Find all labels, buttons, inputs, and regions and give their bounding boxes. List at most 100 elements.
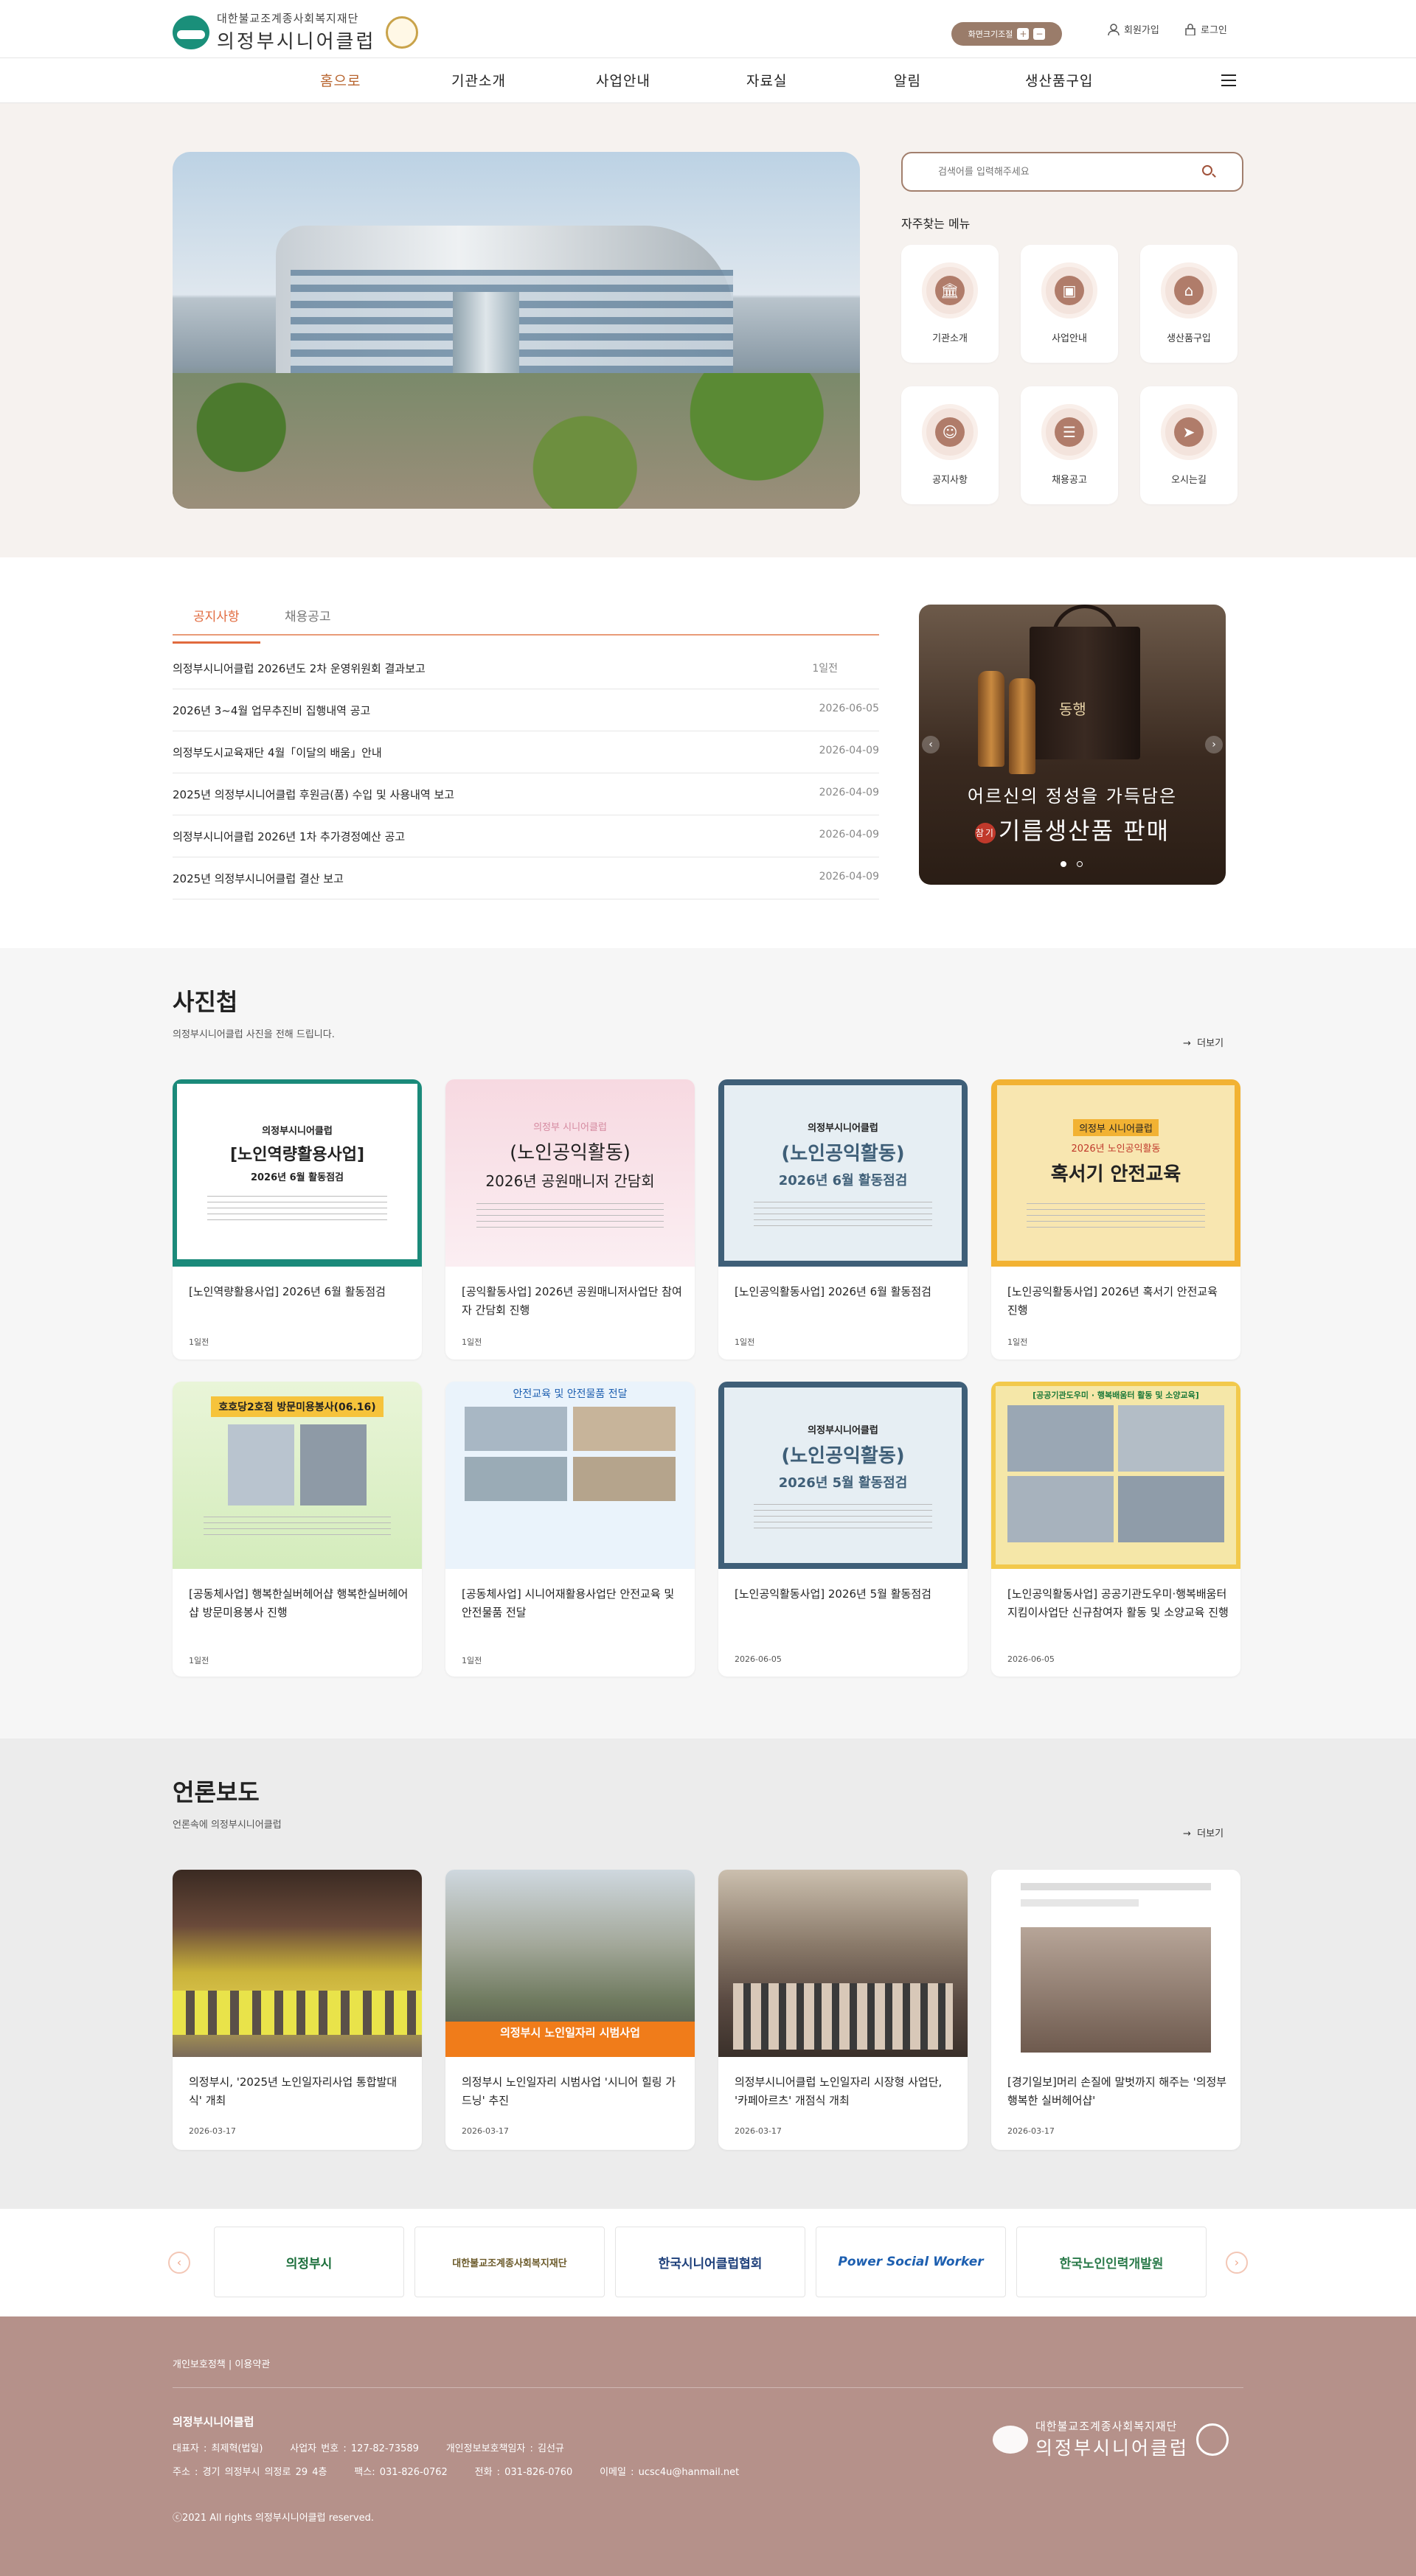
press-card-title[interactable]: [경기일보]머리 손질에 말벗까지 해주는 '의정부 행복한 실버헤어샵'	[1007, 2073, 1229, 2110]
gallery-card[interactable]: 의정부 시니어클럽 2026년 노인공익활동 혹서기 안전교육 [노인공익활동사업]…	[991, 1079, 1240, 1360]
quick-menu-label: 기관소개	[932, 333, 968, 344]
press-card-title[interactable]: 의정부시, '2025년 노인일자리사업 통합발대식' 개최	[189, 2073, 410, 2110]
gallery-card-title[interactable]: [노인공익활동사업] 공공기관도우미·행복배움터지킴이사업단 신규참여자 활동 …	[1007, 1585, 1229, 1622]
gallery-card[interactable]: [공공기관도우미 · 행복배움터 활동 및 소양교육] [노인공익활동사업] 공…	[991, 1382, 1240, 1677]
notice-row[interactable]: 의정부도시교육재단 4월「이달의 배움」안내 2026-04-09	[173, 731, 879, 773]
footer-info-line2: 주소 : 경기 의정부시 의정로 29 4층 팩스: 031-826-0762 …	[173, 2467, 740, 2478]
quick-menu-recruit[interactable]: ☰ 채용공고	[1021, 386, 1118, 504]
partner-logo[interactable]: Power Social Worker	[816, 2227, 1006, 2297]
nav-notice[interactable]: 알림	[894, 70, 921, 90]
press-card-title[interactable]: 의정부시 노인일자리 시범사업 '시니어 힐링 가드닝' 추진	[462, 2073, 683, 2110]
quick-menu-label: 생산품구입	[1167, 333, 1211, 344]
press-card[interactable]: 의정부시, '2025년 노인일자리사업 통합발대식' 개최 2026-03-1…	[173, 1870, 422, 2150]
press-card-title[interactable]: 의정부시니어클럽 노인일자리 시장형 사업단, '카페아르츠' 개점식 개최	[735, 2073, 956, 2110]
press-card[interactable]: 의정부시 노인일자리 시범사업 의정부시 노인일자리 시범사업 '시니어 힐링 …	[445, 1870, 695, 2150]
gallery-thumb: 안전교육 및 안전물품 전달	[445, 1382, 695, 1569]
gallery-card-title[interactable]: [노인역량활용사업] 2026년 6월 활동점검	[189, 1283, 410, 1301]
nav-business[interactable]: 사업안내	[596, 70, 650, 90]
arrow-right-icon: →	[1183, 1038, 1191, 1049]
partners-next-icon[interactable]: ›	[1226, 2252, 1248, 2274]
banner-next-icon[interactable]: ›	[1205, 736, 1223, 753]
footer-info-line1: 대표자 : 최제혁(법일) 사업자 번호 : 127-82-73589 개인정보…	[173, 2443, 564, 2454]
quick-menu-notice[interactable]: ☺ 공지사항	[901, 386, 999, 504]
login-link[interactable]: 로그인	[1184, 22, 1227, 36]
press-card-date: 2026-03-17	[1007, 2126, 1055, 2136]
gallery-card-date: 1일전	[735, 1337, 755, 1347]
quick-menu-directions[interactable]: ➤ 오시는길	[1140, 386, 1238, 504]
partners-prev-icon[interactable]: ‹	[168, 2252, 190, 2274]
notice-title[interactable]: 의정부시니어클럽 2026년도 2차 운영위원회 결과보고	[173, 661, 426, 676]
seal-logo-icon	[1196, 2423, 1229, 2456]
gallery-card-title[interactable]: [공동체사업] 행복한실버헤어샵 행복한실버헤어샵 방문미용봉사 진행	[189, 1585, 410, 1622]
search-input[interactable]	[938, 164, 1189, 180]
tab-recruit[interactable]: 채용공고	[285, 606, 331, 624]
press-card[interactable]: [경기일보]머리 손질에 말벗까지 해주는 '의정부 행복한 실버헤어샵' 20…	[991, 1870, 1240, 2150]
search-icon[interactable]	[1202, 165, 1212, 175]
hero-building-image	[173, 152, 860, 509]
gallery-more-link[interactable]: → 더보기	[1183, 1035, 1224, 1049]
gallery-card-title[interactable]: [노인공익활동사업] 2026년 혹서기 안전교육 진행	[1007, 1283, 1229, 1320]
logo-line2: 의정부시니어클럽	[217, 31, 376, 53]
gallery-card[interactable]: 의정부 시니어클럽 (노인공익활동) 2026년 공원매니저 간담회 [공익활동사업…	[445, 1079, 695, 1360]
notice-title[interactable]: 2025년 의정부시니어클럽 후원금(품) 수입 및 사용내역 보고	[173, 787, 454, 802]
hamburger-menu-icon[interactable]	[1221, 74, 1236, 86]
gallery-card[interactable]: 안전교육 및 안전물품 전달 [공동체사업] 시니어재활용사업단 안전교육 및 …	[445, 1382, 695, 1677]
nav-products[interactable]: 생산품구입	[1025, 70, 1093, 90]
gallery-card-title[interactable]: [노인공익활동사업] 2026년 5월 활동점검	[735, 1585, 956, 1604]
site-footer: 개인보호정책 | 이용약관 의정부시니어클럽 대표자 : 최제혁(법일) 사업자…	[0, 2316, 1416, 2576]
site-logo[interactable]: 대한불교조계종사회복지재단 의정부시니어클럽	[173, 10, 419, 54]
partner-logo[interactable]: 한국노인인력개발원	[1016, 2227, 1207, 2297]
partner-logo[interactable]: 한국시니어클럽협회	[615, 2227, 805, 2297]
partner-logo[interactable]: 의정부시	[214, 2227, 404, 2297]
press-card[interactable]: 의정부시니어클럽 노인일자리 시장형 사업단, '카페아르츠' 개점식 개최 2…	[718, 1870, 968, 2150]
gallery-card[interactable]: 의정부시니어클럽 [노인역량활용사업] 2026년 6월 활동점검 [노인역량활용사…	[173, 1079, 422, 1360]
gallery-card-title[interactable]: [공익활동사업] 2026년 공원매니저사업단 참여자 간담회 진행	[462, 1283, 683, 1320]
tab-notice[interactable]: 공지사항	[173, 606, 260, 644]
notice-row[interactable]: 2026년 3~4월 업무추진비 집행내역 공고 2026-06-05	[173, 689, 879, 731]
gallery-card-title[interactable]: [공동체사업] 시니어재활용사업단 안전교육 및 안전물품 전달	[462, 1585, 683, 1622]
press-card-date: 2026-03-17	[735, 2126, 782, 2136]
press-thumb	[718, 1870, 968, 2057]
notice-row[interactable]: 의정부시니어클럽 2026년 1차 추가경정예산 공고 2026-04-09	[173, 815, 879, 857]
notice-tabs: 공지사항 채용공고	[173, 599, 879, 644]
quick-menu-about[interactable]: 🏛 기관소개	[901, 245, 999, 363]
gallery-card[interactable]: 의정부시니어클럽 (노인공익활동) 2026년 6월 활동점검 [노인공익활동사업]…	[718, 1079, 968, 1360]
notice-title[interactable]: 의정부시니어클럽 2026년 1차 추가경정예산 공고	[173, 829, 405, 844]
banner-prev-icon[interactable]: ‹	[922, 736, 940, 753]
banner-badge: 참기	[974, 822, 996, 843]
notice-row[interactable]: 2025년 의정부시니어클럽 후원금(품) 수입 및 사용내역 보고 2026-0…	[173, 773, 879, 815]
gallery-card-date: 1일전	[462, 1656, 482, 1665]
notice-date: 2026-04-09	[819, 787, 879, 798]
footer-links[interactable]: 개인보호정책 | 이용약관	[173, 2356, 270, 2370]
seal-logo-icon	[386, 15, 419, 49]
join-link[interactable]: 회원가입	[1108, 22, 1159, 36]
notice-title[interactable]: 2026년 3~4월 업무추진비 집행내역 공고	[173, 703, 370, 718]
banner-dot-2[interactable]	[1077, 861, 1083, 867]
quick-menu-business[interactable]: ▣ 사업안내	[1021, 245, 1118, 363]
press-more-link[interactable]: → 더보기	[1183, 1825, 1224, 1839]
lock-icon	[1185, 23, 1195, 35]
font-size-label: 화면크기조절	[968, 29, 1013, 39]
logo-line1: 대한불교조계종사회복지재단	[217, 12, 359, 25]
product-banner[interactable]: 동행 어르신의 정성을 가득담은 참기 기름생산품 판매 ‹ ›	[919, 605, 1226, 885]
partner-logo[interactable]: 대한불교조계종사회복지재단	[414, 2227, 605, 2297]
notice-title[interactable]: 의정부도시교육재단 4월「이달의 배움」안내	[173, 745, 382, 760]
nav-resources[interactable]: 자료실	[746, 70, 787, 90]
notice-date: 1일전	[812, 663, 838, 675]
font-increase-button[interactable]: +	[1017, 28, 1030, 40]
monitor-icon: ▣	[1041, 262, 1097, 318]
font-decrease-button[interactable]: −	[1033, 28, 1046, 40]
gallery-title: 사진첩	[173, 988, 238, 1016]
notice-row[interactable]: 의정부시니어클럽 2026년도 2차 운영위원회 결과보고 1일전	[173, 647, 879, 689]
gallery-card[interactable]: 의정부시니어클럽 (노인공익활동) 2026년 5월 활동점검 [노인공익활동사업]…	[718, 1382, 968, 1677]
notice-row[interactable]: 2025년 의정부시니어클럽 결산 보고 2026-04-09	[173, 857, 879, 899]
quick-menu-products[interactable]: ⌂ 생산품구입	[1140, 245, 1238, 363]
banner-dot-1[interactable]	[1061, 861, 1066, 867]
gallery-card-date: 1일전	[462, 1337, 482, 1347]
gallery-card[interactable]: 호호당2호점 방문미용봉사(06.16) [공동체사업] 행복한실버헤어샵 행복…	[173, 1382, 422, 1677]
search-box	[901, 152, 1243, 192]
nav-about[interactable]: 기관소개	[451, 70, 506, 90]
gallery-card-title[interactable]: [노인공익활동사업] 2026년 6월 활동점검	[735, 1283, 956, 1301]
nav-home[interactable]: 홈으로	[320, 70, 361, 90]
notice-title[interactable]: 2025년 의정부시니어클럽 결산 보고	[173, 871, 344, 886]
